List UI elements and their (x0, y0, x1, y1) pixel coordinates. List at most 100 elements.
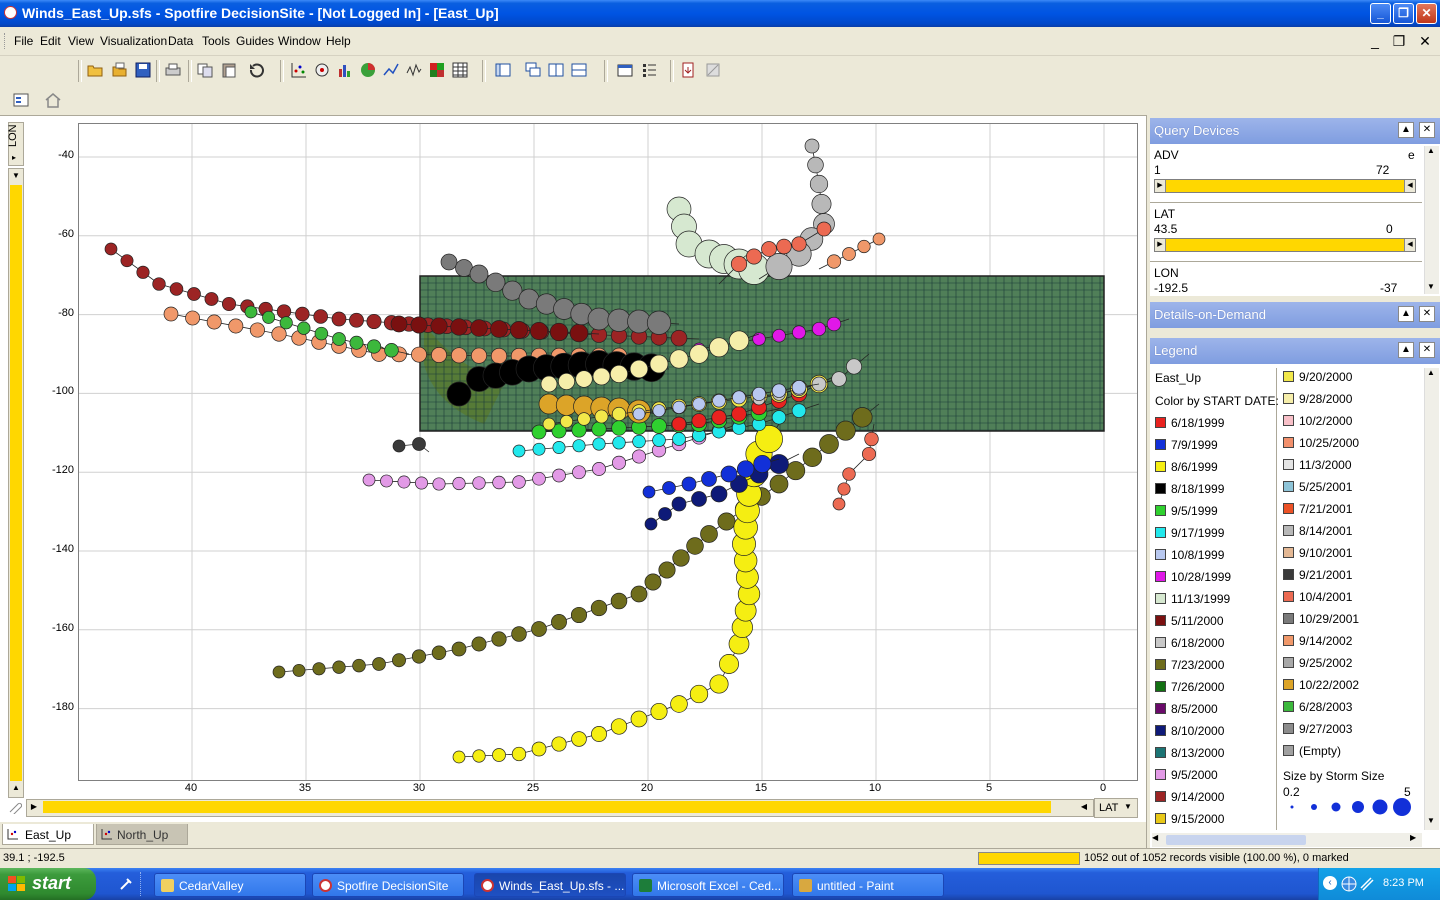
y-zoom-slider[interactable]: ▼ ▲ (8, 168, 24, 798)
layout-tile-vertical-icon[interactable] (547, 61, 565, 79)
legend-toggle-icon[interactable] (640, 61, 658, 79)
open-multiple-icon[interactable] (110, 61, 128, 79)
close-icon[interactable]: ✕ (1419, 122, 1435, 138)
x-zoom-slider[interactable]: ▶ ◀ (26, 799, 1094, 817)
legend-item[interactable]: 9/20/2000 (1283, 370, 1352, 392)
legend-item[interactable]: 9/25/2002 (1283, 656, 1352, 678)
legend-item[interactable]: 9/14/2000 (1155, 790, 1224, 812)
legend-item[interactable]: 11/13/1999 (1155, 592, 1230, 614)
collapse-icon[interactable]: ▲ (1398, 342, 1414, 358)
legend-item[interactable]: 10/2/2000 (1283, 414, 1352, 436)
paperclip-icon[interactable] (6, 800, 22, 814)
lat-range-slider[interactable]: ▶ ◀ (1154, 238, 1416, 252)
menu-file[interactable]: File (14, 34, 33, 48)
reset-query-icon[interactable] (248, 61, 266, 79)
save-icon[interactable] (134, 61, 152, 79)
wireless-icon[interactable] (1359, 876, 1375, 892)
properties-icon[interactable] (616, 61, 634, 79)
quick-launch-icon[interactable] (118, 876, 134, 892)
network-icon[interactable] (1341, 876, 1357, 892)
x-zoom-range[interactable] (43, 801, 1051, 813)
legend-item[interactable]: 7/26/2000 (1155, 680, 1224, 702)
layout-tile-horizontal-icon[interactable] (570, 61, 588, 79)
table-icon[interactable] (451, 61, 469, 79)
task-winds-east-up[interactable]: Winds_East_Up.sfs - ... (474, 873, 626, 897)
task-cedarvalley[interactable]: CedarValley (154, 873, 306, 897)
restore-button[interactable]: ❐ (1393, 3, 1414, 24)
legend-item[interactable]: 9/5/2000 (1155, 768, 1218, 790)
legend-item[interactable]: 10/29/2001 (1283, 612, 1359, 634)
legend-item[interactable]: 8/5/2000 (1155, 702, 1218, 724)
legend-item[interactable]: 8/14/2001 (1283, 524, 1352, 546)
menu-tools[interactable]: Tools (202, 34, 230, 48)
minimize-button[interactable]: _ (1370, 3, 1391, 24)
tab-north-up[interactable]: North_Up (96, 824, 188, 845)
y-axis-selector[interactable]: LON ▸ (7, 122, 24, 166)
plot-canvas[interactable] (79, 124, 1137, 780)
slider-right-handle[interactable]: ◀ (1404, 180, 1415, 192)
close-icon[interactable]: ✕ (1419, 306, 1435, 322)
scroll-up-icon[interactable]: ▲ (1427, 146, 1435, 155)
tab-east-up[interactable]: East_Up (2, 824, 94, 845)
disabled-tool-icon[interactable] (704, 61, 722, 79)
legend-item[interactable]: 6/28/2003 (1283, 700, 1352, 722)
legend-item[interactable]: 5/25/2001 (1283, 480, 1352, 502)
legend-item[interactable]: 7/21/2001 (1283, 502, 1352, 524)
task-spotfire[interactable]: Spotfire DecisionSite (312, 873, 464, 897)
line-chart-icon[interactable] (382, 61, 400, 79)
start-button[interactable]: start (0, 868, 96, 900)
scroll-thumb[interactable] (1166, 835, 1306, 845)
menu-view[interactable]: View (68, 34, 94, 48)
pie-chart-icon[interactable] (359, 61, 377, 79)
legend-item[interactable]: 9/10/2001 (1283, 546, 1352, 568)
open-folder-icon[interactable] (86, 61, 104, 79)
legend-item[interactable]: 9/15/2000 (1155, 812, 1224, 834)
adv-range-slider[interactable]: ▶ ◀ (1154, 179, 1416, 193)
legend-item[interactable]: 7/23/2000 (1155, 658, 1224, 680)
legend-item[interactable]: 9/14/2002 (1283, 634, 1352, 656)
scatter-plot-icon[interactable] (290, 61, 308, 79)
close-button[interactable]: ✕ (1416, 3, 1437, 24)
legend-item[interactable]: 10/4/2001 (1283, 590, 1352, 612)
query-devices-scrollbar[interactable]: ▲ ▼ (1424, 146, 1439, 294)
home-icon[interactable] (44, 91, 62, 109)
slider-left-handle[interactable]: ▶ (1155, 239, 1166, 251)
scroll-up-icon[interactable]: ▲ (1427, 368, 1435, 377)
menu-data[interactable]: Data (168, 34, 193, 48)
menu-edit[interactable]: Edit (40, 34, 61, 48)
profile-chart-icon[interactable] (405, 61, 423, 79)
menu-window[interactable]: Window (278, 34, 321, 48)
slider-right-handle[interactable]: ◀ (1404, 239, 1415, 251)
mdi-close-button[interactable]: ✕ (1416, 32, 1434, 50)
scroll-right-icon[interactable]: ▶ (1410, 833, 1416, 842)
heat-map-icon[interactable] (428, 61, 446, 79)
menu-guides[interactable]: Guides (236, 34, 274, 48)
close-icon[interactable]: ✕ (1419, 342, 1435, 358)
guide-icon[interactable] (12, 91, 30, 109)
scatter-plot[interactable] (78, 123, 1138, 781)
legend-horizontal-scrollbar[interactable]: ◀ ▶ (1152, 833, 1422, 847)
legend-item[interactable]: 8/13/2000 (1155, 746, 1224, 768)
collapse-icon[interactable]: ▲ (1398, 122, 1414, 138)
scroll-down-icon[interactable]: ▼ (1427, 816, 1435, 825)
legend-item[interactable]: 8/18/1999 (1155, 482, 1224, 504)
task-excel[interactable]: Microsoft Excel - Ced... (632, 873, 784, 897)
menu-visualization[interactable]: Visualization (100, 34, 167, 48)
3d-scatter-icon[interactable] (313, 61, 331, 79)
legend-item[interactable]: 6/18/2000 (1155, 636, 1224, 658)
y-zoom-down-arrow-icon[interactable]: ▲ (9, 781, 23, 795)
bar-chart-icon[interactable] (336, 61, 354, 79)
menu-help[interactable]: Help (326, 34, 351, 48)
print-icon[interactable] (164, 61, 182, 79)
export-icon[interactable] (680, 61, 698, 79)
legend-item[interactable]: 8/10/2000 (1155, 724, 1224, 746)
copy-icon[interactable] (196, 61, 214, 79)
scroll-down-icon[interactable]: ▼ (1427, 282, 1435, 291)
legend-item[interactable]: 9/17/1999 (1155, 526, 1224, 548)
legend-item[interactable]: 10/8/1999 (1155, 548, 1224, 570)
legend-item[interactable]: 7/9/1999 (1155, 438, 1218, 460)
legend-item[interactable]: 9/5/1999 (1155, 504, 1218, 526)
legend-item[interactable]: 9/28/2000 (1283, 392, 1352, 414)
legend-item[interactable]: 9/21/2001 (1283, 568, 1352, 590)
slider-left-handle[interactable]: ▶ (1155, 180, 1166, 192)
